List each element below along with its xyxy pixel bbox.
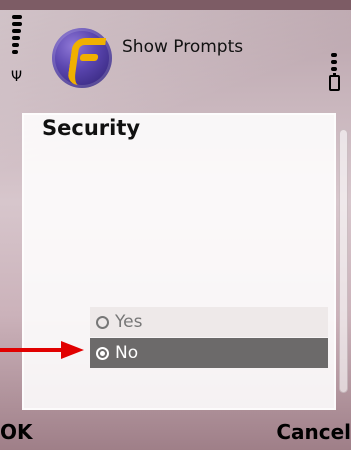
signal-bar	[12, 29, 21, 33]
signal-icon: Ψ	[8, 15, 26, 87]
battery-bar	[331, 53, 337, 57]
ok-button[interactable]: OK	[0, 420, 33, 444]
battery-glyph-icon	[329, 73, 340, 91]
section-title: Security	[42, 116, 141, 140]
signal-bar	[12, 15, 22, 19]
battery-icon	[325, 15, 343, 91]
option-label: No	[115, 343, 139, 363]
signal-bar	[12, 36, 20, 40]
signal-bar	[12, 43, 19, 47]
signal-bar	[12, 22, 22, 26]
option-label: Yes	[115, 312, 143, 332]
pointer-arrow-icon	[0, 341, 84, 359]
option-yes[interactable]: Yes	[90, 307, 328, 337]
phone-screen: Ψ Show Prompts Security Yes No OK Cancel	[0, 0, 351, 450]
battery-bar	[331, 60, 337, 64]
choice-list: Yes No	[90, 307, 328, 371]
antenna-icon: Ψ	[11, 69, 23, 85]
softkey-bar: OK Cancel	[0, 404, 351, 450]
application-icon	[52, 28, 112, 88]
radio-unselected-icon	[96, 315, 109, 329]
page-title: Show Prompts	[122, 37, 244, 57]
signal-bar	[12, 50, 18, 54]
scrollbar[interactable]	[339, 129, 348, 393]
cancel-button[interactable]: Cancel	[276, 420, 351, 444]
radio-selected-icon	[96, 346, 109, 360]
option-no[interactable]: No	[90, 338, 328, 368]
battery-bar	[331, 67, 337, 71]
top-bar	[0, 0, 351, 10]
